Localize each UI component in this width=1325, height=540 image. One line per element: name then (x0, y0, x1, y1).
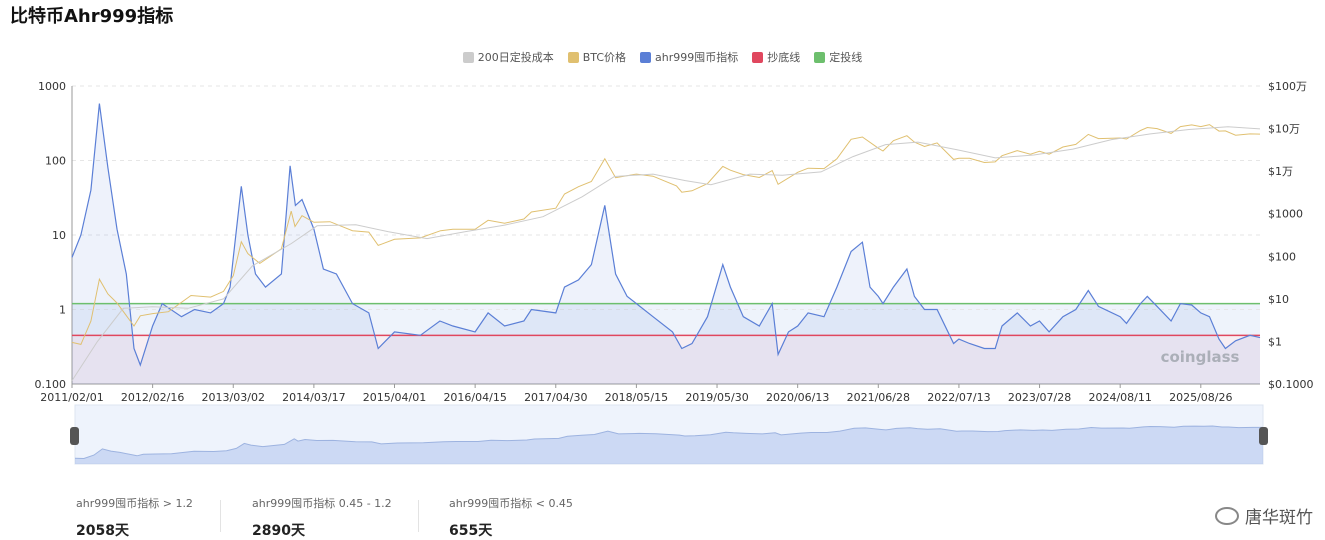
stat-value: 655天 (449, 523, 493, 539)
x-tick-label: 2020/06/13 (766, 391, 829, 404)
stat-divider (220, 500, 221, 532)
x-tick-label: 2013/03/02 (202, 391, 265, 404)
x-tick-label: 2016/04/15 (443, 391, 506, 404)
zoom-handle-right[interactable] (1259, 427, 1268, 445)
watermark: 唐华斑竹 (1215, 503, 1313, 528)
x-tick-label: 2025/08/26 (1169, 391, 1232, 404)
y-left-tick-label: 1 (59, 304, 66, 317)
wechat-icon (1215, 506, 1239, 525)
watermark-text: 唐华斑竹 (1245, 508, 1313, 528)
x-tick-label: 2021/06/28 (847, 391, 910, 404)
y-left-tick-label: 10 (52, 229, 66, 242)
stat-value: 2058天 (76, 523, 129, 539)
x-tick-label: 2023/07/28 (1008, 391, 1071, 404)
stats-panel: ahr999囤币指标 > 1.2 2058天 ahr999囤币指标 0.45 -… (0, 495, 900, 540)
stat-below-bottom: ahr999囤币指标 < 0.45 655天 (449, 495, 573, 540)
zoom-handle-left[interactable] (70, 427, 79, 445)
x-tick-label: 2014/03/17 (282, 391, 345, 404)
x-tick-label: 2022/07/13 (927, 391, 990, 404)
x-tick-label: 2012/02/16 (121, 391, 184, 404)
y-right-tick-label: $10 (1268, 293, 1289, 306)
y-right-tick-label: $100万 (1268, 80, 1307, 93)
y-right-tick-label: $0.1000 (1268, 378, 1314, 391)
y-right-tick-label: $1000 (1268, 208, 1303, 221)
x-tick-label: 2018/05/15 (605, 391, 668, 404)
y-left-tick-label: 1000 (38, 80, 66, 93)
stat-value: 2890天 (252, 523, 305, 539)
y-left-tick-label: 0.100 (35, 378, 67, 391)
x-tick-label: 2019/05/30 (685, 391, 748, 404)
y-right-tick-label: $1 (1268, 335, 1282, 348)
stat-divider (418, 500, 419, 532)
x-tick-label: 2015/04/01 (363, 391, 426, 404)
stat-label: ahr999囤币指标 < 0.45 (449, 497, 573, 510)
y-right-tick-label: $1万 (1268, 165, 1293, 178)
stat-between: ahr999囤币指标 0.45 - 1.2 2890天 (252, 495, 392, 540)
y-left-tick-label: 100 (45, 155, 66, 168)
x-tick-label: 2011/02/01 (40, 391, 103, 404)
x-tick-label: 2024/08/11 (1088, 391, 1151, 404)
stat-above-dca: ahr999囤币指标 > 1.2 2058天 (76, 495, 193, 540)
y-right-tick-label: $100 (1268, 250, 1296, 263)
stat-label: ahr999囤币指标 0.45 - 1.2 (252, 497, 392, 510)
chart-canvas: 1000 100 10 1 0.100 $100万 $10万 $1万 $1000 $100 $10 $… (35, 80, 1314, 465)
y-right-tick-label: $10万 (1268, 123, 1300, 136)
x-tick-label: 2017/04/30 (524, 391, 587, 404)
stat-label: ahr999囤币指标 > 1.2 (76, 497, 193, 510)
